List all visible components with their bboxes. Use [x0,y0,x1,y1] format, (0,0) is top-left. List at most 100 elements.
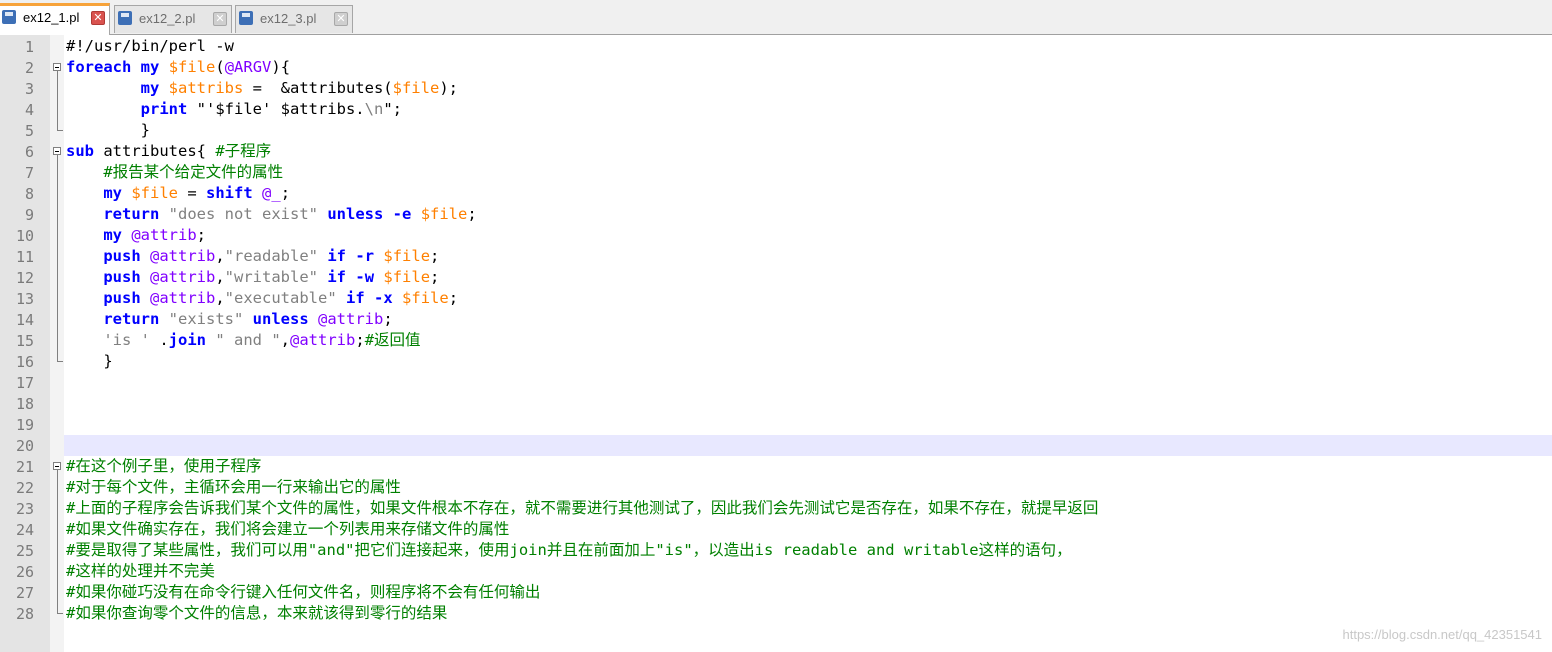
code-line[interactable]: } [66,351,112,372]
tab-ex12-1[interactable]: ex12_1.pl ✕ [0,3,110,35]
comment-token: #在这个例子里，使用子程序 [66,457,262,475]
fold-guide [57,155,58,361]
code-line[interactable]: my $attribs = &attributes($file); [66,78,458,99]
keyword-token: -x [374,289,393,307]
line-number: 1 [24,38,34,56]
keyword-token: push [103,289,141,307]
code-text: , [215,289,225,307]
code-line[interactable]: } [66,120,150,141]
fold-guide [57,470,58,613]
code-line[interactable]: print "'$file' $attribs.\n"; [66,99,402,120]
watermark: https://blog.csdn.net/qq_42351541 [1342,627,1543,642]
code-text: , [215,268,225,286]
line-number: 20 [15,437,34,455]
tab-ex12-2[interactable]: ex12_2.pl ✕ [114,5,232,33]
comment-token: #要是取得了某些属性，我们可以用"and"把它们连接起来，使用join并且在前面… [66,541,1072,559]
fold-end [57,361,63,362]
keyword-token: -w [355,268,375,286]
line-number: 4 [24,101,34,119]
code-line[interactable]: #如果你查询零个文件的信息，本来就该得到零行的结果 [66,603,447,624]
close-tab-icon[interactable]: ✕ [334,12,348,26]
keyword-token: my [140,58,160,76]
array-variable-token: @attrib [290,331,356,349]
code-line[interactable]: push @attrib,"writable" if -w $file; [66,267,439,288]
code-text: attributes{ [94,142,216,160]
code-line[interactable]: push @attrib,"readable" if -r $file; [66,246,439,267]
code-line[interactable]: #上面的子程序会告诉我们某个文件的属性，如果文件根本不存在，就不需要进行其他测试… [66,498,1098,519]
keyword-token: push [103,268,141,286]
fold-toggle-icon[interactable] [53,462,61,470]
line-number: 26 [15,563,34,581]
code-text: ){ [271,58,291,76]
code-line[interactable]: return "does not exist" unless -e $file; [66,204,476,225]
code-line[interactable]: #要是取得了某些属性，我们可以用"and"把它们连接起来，使用join并且在前面… [66,540,1072,561]
code-line[interactable]: #在这个例子里，使用子程序 [66,456,261,477]
code-line[interactable]: foreach my $file(@ARGV){ [66,57,290,78]
code-line[interactable]: push @attrib,"executable" if -x $file; [66,288,458,309]
code-line[interactable]: #对于每个文件，主循环会用一行来输出它的属性 [66,477,401,498]
code-line[interactable]: my @attrib; [66,225,206,246]
string-token: "exists" [168,310,244,328]
line-number: 15 [15,332,34,350]
code-text: ; [196,226,207,244]
code-text: ; [355,331,365,349]
fold-toggle-icon[interactable] [53,147,61,155]
array-variable-token: @_ [262,184,281,202]
line-number: 8 [24,185,34,203]
code-line[interactable]: 'is ' .join " and ",@attrib;#返回值 [66,330,420,351]
keyword-token: shift [206,184,253,202]
line-number: 2 [24,59,34,77]
line-number-gutter[interactable]: 1 2 3 4 5 6 7 8 9 10 11 12 13 14 15 16 17 18 19 20 21 22 23 24 2… [0,35,50,652]
line-number: 16 [15,353,34,371]
keyword-token: sub [66,142,94,160]
code-text: } [66,121,150,139]
keyword-token: join [168,331,206,349]
scalar-variable-token: $file [383,268,431,286]
code-line[interactable]: #如果文件确实存在，我们将会建立一个列表用来存储文件的属性 [66,519,509,540]
close-tab-icon[interactable]: ✕ [91,11,105,25]
comment-token: #子程序 [215,142,272,160]
line-number: 13 [15,290,34,308]
code-text: , [280,331,291,349]
line-number: 5 [24,122,34,140]
code-line[interactable]: #报告某个给定文件的属性 [66,162,283,183]
code-line[interactable]: #这样的处理并不完美 [66,561,215,582]
code-line[interactable]: my $file = shift @_; [66,183,290,204]
close-tab-icon[interactable]: ✕ [213,12,227,26]
code-text: . [150,331,169,349]
code-editor[interactable]: #!/usr/bin/perl -w foreach my $file(@ARGV… [64,35,1552,652]
tab-ex12-3[interactable]: ex12_3.pl ✕ [235,5,353,33]
string-token: " and " [215,331,281,349]
array-variable-token: @ARGV [224,58,272,76]
fold-guide [57,71,58,130]
keyword-token: my [103,184,122,202]
code-line[interactable]: return "exists" unless @attrib; [66,309,392,330]
fold-toggle-icon[interactable] [53,63,61,71]
fold-end [57,130,63,131]
scalar-variable-token: $file [383,247,431,265]
line-number: 11 [15,248,34,266]
comment-token: #这样的处理并不完美 [66,562,215,580]
string-token: "does not exist" [168,205,318,223]
line-number: 10 [15,227,34,245]
line-number: 22 [15,479,34,497]
scalar-variable-token: $file [402,289,449,307]
comment-token: #如果文件确实存在，我们将会建立一个列表用来存储文件的属性 [66,520,510,538]
code-line[interactable]: #!/usr/bin/perl -w [66,36,234,57]
keyword-token: return [103,310,160,328]
line-number: 19 [15,416,34,434]
code-line[interactable]: sub attributes{ #子程序 [66,141,271,162]
code-line[interactable]: #如果你碰巧没有在命令行键入任何文件名，则程序将不会有任何输出 [66,582,540,603]
